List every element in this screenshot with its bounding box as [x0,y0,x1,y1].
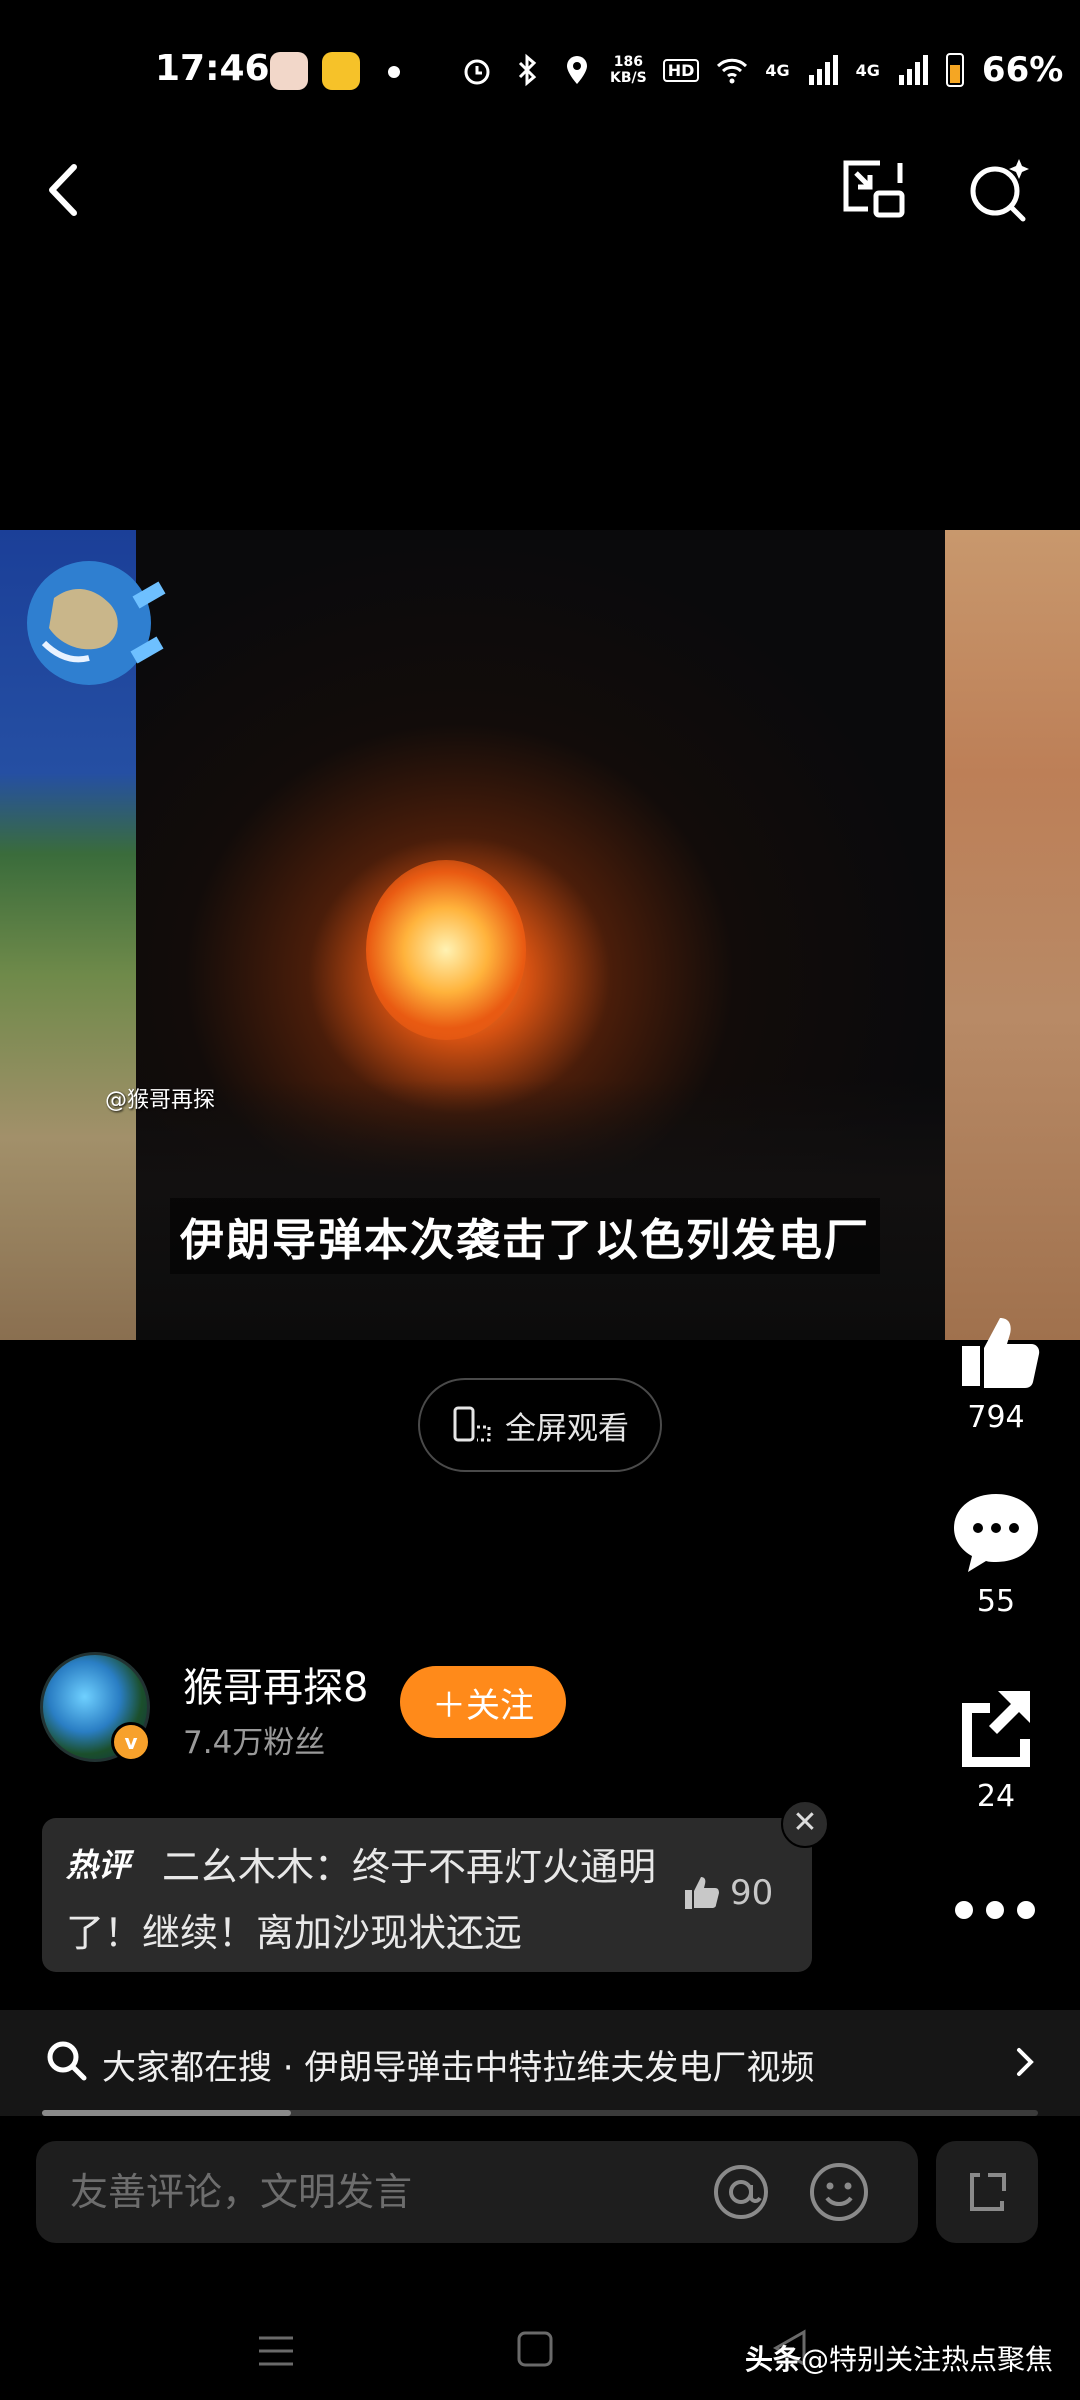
status-time: 17:46 [155,48,270,89]
fan-count: 7.4万粉丝 [183,1725,326,1761]
close-hot-comment-icon[interactable]: ✕ [781,1800,829,1848]
emoji-icon[interactable] [808,2161,870,2223]
video-progress-bar[interactable] [42,2110,1038,2116]
hot-comment-like-count: 90 [730,1873,774,1913]
search-sparkle-icon[interactable] [963,155,1033,225]
alarm-icon [464,59,490,85]
video-watermark: @猴哥再探 [105,1088,216,1113]
comment-button[interactable]: 55 [936,1490,1056,1619]
satellite-map-right [945,530,1080,1340]
video-subtitle: 伊朗导弹本次袭击了以色列发电厂 [170,1198,880,1274]
fullscreen-label: 全屏观看 [505,1410,629,1447]
weibo-notification-icon [322,52,360,90]
follow-button[interactable]: ＋关注 [400,1666,566,1738]
notification-app-icon [270,52,308,90]
share-button[interactable]: 24 [936,1685,1056,1814]
search-icon [47,2041,87,2081]
picture-in-picture-icon[interactable] [838,155,908,225]
thumbs-up-icon [962,1318,1040,1388]
author-name[interactable]: 猴哥再探8 [183,1655,368,1713]
battery-percent: 66% [981,50,1064,90]
video-player[interactable]: @猴哥再探 伊朗导弹本次袭击了以色列发电厂 [0,530,1080,1340]
toutiao-watermark: 头条@特别关注热点聚焦 [745,2343,1054,2376]
explosion-fireball [366,860,526,1040]
chevron-left-icon[interactable] [38,155,88,225]
globe-satellite-logo [27,561,166,685]
share-icon [962,1691,1030,1767]
comment-input-box[interactable] [36,2141,918,2243]
wifi-icon [717,58,748,84]
home-icon[interactable] [516,2330,554,2368]
video-progress-fill [42,2110,291,2116]
expand-icon [970,2173,1006,2211]
search-suggestion-text: 大家都在搜 · 伊朗导弹击中特拉维夫发电厂视频 [102,2048,815,2088]
fullscreen-button[interactable]: 全屏观看 [418,1378,662,1472]
notification-dot-icon [388,66,400,78]
expand-comments-button[interactable] [936,2141,1038,2243]
share-count: 24 [976,1779,1016,1814]
comment-input[interactable] [70,2165,670,2219]
hot-comment-card[interactable]: 热评 二幺木木：终于不再灯火通明了！继续！离加沙现状还远 90 [42,1818,812,1972]
comment-bubble-icon [954,1494,1038,1572]
signal-4g-label: 4G [765,60,790,80]
hot-comment-like[interactable]: 90 [682,1873,773,1913]
net-speed: 186 KB/S [610,54,647,86]
chevron-right-icon [1017,2048,1034,2076]
status-icons: 186 KB/S HD 4G 4G 66% [460,48,1063,92]
verified-badge-icon: v [111,1722,151,1762]
hd-voice-icon: HD [662,58,700,82]
like-button[interactable]: 794 [936,1310,1056,1435]
signal-4g-label-2: 4G [855,60,880,80]
comment-count: 55 [976,1584,1016,1619]
hot-comment-text: 二幺木木：终于不再灯火通明了！继续！离加沙现状还远 [66,1845,657,1955]
location-icon [567,56,587,84]
search-suggestion-bar[interactable]: 大家都在搜 · 伊朗导弹击中特拉维夫发电厂视频 [0,2010,1080,2116]
thumbs-up-small-icon [685,1877,719,1909]
status-bar: 17:46 186 KB/S HD 4G 4G 66% [0,0,1080,140]
bluetooth-icon [518,53,537,87]
menu-icon[interactable] [255,2330,297,2372]
rotate-phone-icon [453,1406,491,1442]
at-mention-icon[interactable] [710,2161,772,2223]
more-options-icon[interactable] [955,1890,1035,1930]
signal-bars-icon-2 [898,55,928,85]
like-count: 794 [967,1400,1025,1435]
battery-icon [945,53,964,87]
signal-bars-icon [808,55,838,85]
